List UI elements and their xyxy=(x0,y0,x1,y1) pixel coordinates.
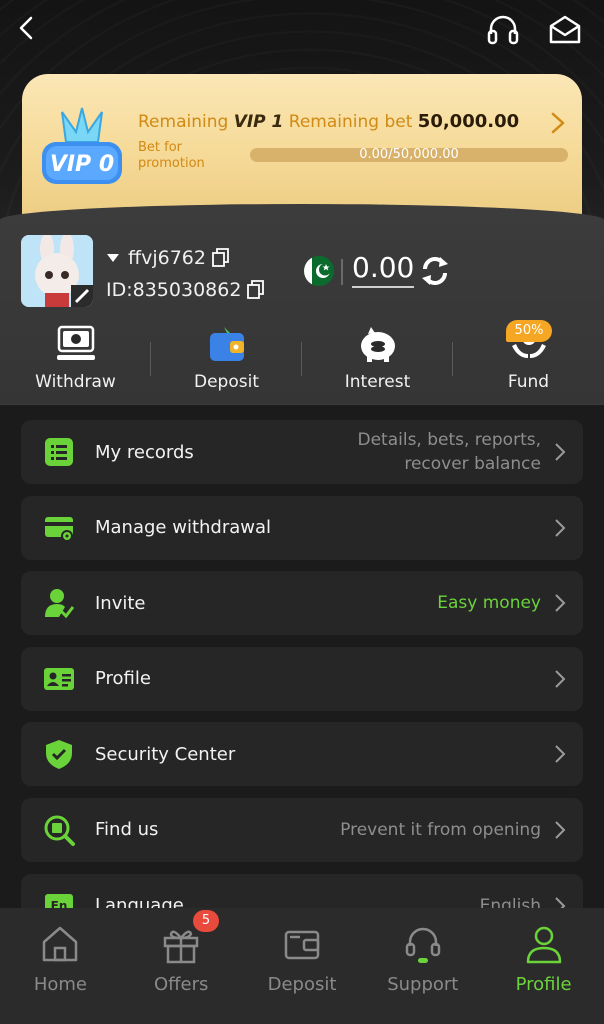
menu-label: Profile xyxy=(95,668,151,690)
bottom-nav: Home Offers Deposit Support Profile xyxy=(0,908,604,1024)
user-id: ID:835030862 xyxy=(106,279,242,301)
interest-label: Interest xyxy=(344,372,411,392)
chevron-right-icon xyxy=(555,821,566,839)
vip-remaining-text: Remaining VIP 1 Remaining bet 50,000.00 xyxy=(138,111,519,132)
copy-icon[interactable] xyxy=(212,248,230,268)
chevron-right-icon xyxy=(555,443,566,461)
id-card-icon xyxy=(44,667,74,690)
home-icon xyxy=(43,926,78,962)
fund-label: Fund xyxy=(507,372,550,392)
vip-progress-bar: 0.00/50,000.00 xyxy=(250,148,568,162)
vip-badge-text: VIP 0 xyxy=(50,152,114,177)
offers-count-badge: 5 xyxy=(193,910,219,932)
back-button[interactable] xyxy=(8,8,44,48)
headset-icon xyxy=(487,15,519,45)
wallet-icon xyxy=(203,322,251,366)
nav-label: Offers xyxy=(153,974,209,995)
chevron-right-icon[interactable] xyxy=(548,110,568,136)
divider xyxy=(452,342,453,376)
divider xyxy=(301,342,302,376)
caret-down-icon[interactable] xyxy=(106,253,120,263)
mail-button[interactable] xyxy=(542,10,588,50)
find-us-icon xyxy=(44,815,75,846)
pakistan-flag-icon xyxy=(304,256,334,286)
nav-label: Home xyxy=(33,974,87,995)
menu-label: Find us xyxy=(95,819,159,841)
chevron-right-icon xyxy=(555,670,566,688)
mail-icon xyxy=(549,15,581,44)
remaining-label: Remaining xyxy=(138,112,229,132)
menu-label: My records xyxy=(95,441,194,463)
deposit-label: Deposit xyxy=(194,372,259,392)
menu-label: Invite xyxy=(95,592,146,614)
avatar-image xyxy=(21,235,93,307)
vip-badge-icon: VIP 0 xyxy=(42,107,122,184)
menu-item-manage-withdrawal[interactable]: Manage withdrawal xyxy=(21,495,583,560)
withdraw-button[interactable]: Withdraw xyxy=(0,322,151,398)
nav-profile[interactable]: Profile xyxy=(483,908,604,1024)
profile-icon xyxy=(526,926,561,964)
support-headset-button[interactable] xyxy=(480,10,526,50)
invite-icon xyxy=(45,589,75,619)
menu-label: Security Center xyxy=(95,743,236,765)
balance-amount: 0.00 xyxy=(352,252,415,288)
chevron-left-icon xyxy=(19,16,33,40)
menu-item-security-center[interactable]: Security Center xyxy=(21,722,583,787)
menu-hint: Prevent it from opening xyxy=(340,819,541,840)
nav-label: Support xyxy=(387,974,459,995)
divider xyxy=(150,342,151,376)
piggy-bank-icon xyxy=(354,322,402,366)
vip-card[interactable]: VIP 0 Remaining VIP 1 Remaining bet 50,0… xyxy=(22,74,582,224)
interest-button[interactable]: Interest xyxy=(302,322,453,398)
shield-icon xyxy=(46,740,72,770)
username-row: ffvj6762 xyxy=(106,247,230,269)
withdraw-icon xyxy=(52,322,100,366)
menu-item-find-us[interactable]: Find us Prevent it from opening xyxy=(21,797,583,862)
nav-home[interactable]: Home xyxy=(0,908,121,1024)
username: ffvj6762 xyxy=(128,247,206,269)
menu-hint: Details, bets, reports, recover balance xyxy=(357,430,541,474)
bet-for-promotion-label: Bet for promotion xyxy=(138,140,205,171)
records-icon xyxy=(45,438,73,466)
nav-offers[interactable]: Offers xyxy=(121,908,242,1024)
next-vip-level: VIP 1 xyxy=(233,112,284,132)
user-id-row: ID:835030862 xyxy=(106,279,265,301)
remaining-bet-label: Remaining bet xyxy=(288,112,413,132)
remaining-bet-amount: 50,000.00 xyxy=(417,111,520,132)
refresh-icon[interactable] xyxy=(418,254,452,288)
menu-label: Manage withdrawal xyxy=(95,517,272,539)
chevron-right-icon xyxy=(555,594,566,612)
nav-label: Profile xyxy=(515,974,572,995)
copy-icon[interactable] xyxy=(247,280,265,300)
menu-item-invite[interactable]: Invite Easy money xyxy=(21,571,583,636)
support-icon xyxy=(405,927,441,963)
nav-label: Deposit xyxy=(267,974,337,995)
nav-support[interactable]: Support xyxy=(362,908,483,1024)
menu-item-my-records[interactable]: My records Details, bets, reports, recov… xyxy=(21,420,583,484)
deposit-button[interactable]: Deposit xyxy=(151,322,302,398)
chevron-right-icon xyxy=(555,745,566,764)
chevron-right-icon xyxy=(555,518,566,537)
card-gear-icon xyxy=(45,516,73,542)
withdraw-label: Withdraw xyxy=(35,372,116,392)
vip-progress-text: 0.00/50,000.00 xyxy=(359,147,459,162)
menu-item-profile[interactable]: Profile xyxy=(21,646,583,711)
nav-deposit[interactable]: Deposit xyxy=(242,908,363,1024)
fund-badge: 50% xyxy=(506,320,552,342)
balance-divider xyxy=(341,259,343,285)
menu-hint: Easy money xyxy=(437,593,541,614)
menu-list: My records Details, bets, reports, recov… xyxy=(21,420,583,949)
wallet-icon xyxy=(284,930,320,960)
avatar[interactable] xyxy=(21,235,93,307)
